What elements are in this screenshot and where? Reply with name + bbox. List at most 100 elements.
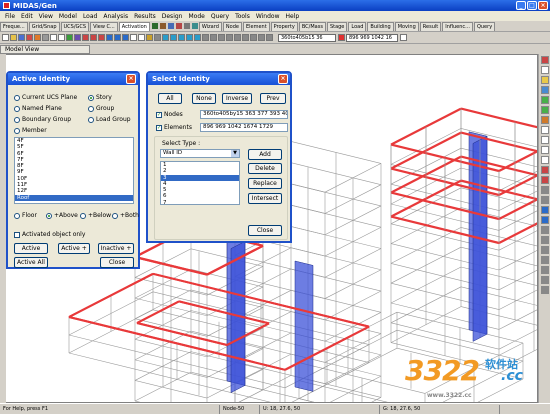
- undo-icon[interactable]: [50, 34, 57, 41]
- zoom-in-icon[interactable]: [540, 166, 549, 174]
- grid-icon[interactable]: [202, 34, 209, 41]
- group-icon[interactable]: [146, 34, 153, 41]
- minimize-button[interactable]: _: [516, 1, 526, 10]
- node-select-field[interactable]: 360to405b15 36: [278, 33, 336, 42]
- menu-analysis[interactable]: Analysis: [100, 13, 131, 20]
- rotate-down-icon[interactable]: [540, 156, 549, 164]
- dropdown-arrow-icon[interactable]: [400, 34, 407, 41]
- pan-icon[interactable]: [183, 23, 190, 29]
- intersect-button[interactable]: Intersect: [248, 193, 282, 204]
- menu-tools[interactable]: Tools: [232, 13, 253, 20]
- elements-checkbox[interactable]: ✓ Elements: [156, 124, 192, 131]
- copy-view-icon[interactable]: [540, 286, 549, 294]
- rotate-up-icon[interactable]: [540, 146, 549, 154]
- label-icon[interactable]: [540, 246, 549, 254]
- tab-load[interactable]: Load: [348, 21, 367, 31]
- chevron-down-icon[interactable]: ▼: [231, 150, 239, 157]
- menu-load[interactable]: Load: [80, 13, 100, 20]
- wireframe-icon[interactable]: [159, 23, 166, 29]
- perspective-icon[interactable]: [242, 34, 249, 41]
- select-plane-icon[interactable]: [98, 34, 105, 41]
- element-select-field[interactable]: 896 969 1042 16: [346, 33, 398, 42]
- menu-query[interactable]: Query: [208, 13, 232, 20]
- select-prev-button[interactable]: Prev: [260, 93, 286, 104]
- view-left-icon[interactable]: [540, 96, 549, 104]
- menu-design[interactable]: Design: [159, 13, 186, 20]
- zoom-icon[interactable]: [175, 23, 182, 29]
- radio-load-group[interactable]: Load Group: [88, 116, 131, 123]
- shrink-view-icon[interactable]: [540, 226, 549, 234]
- replace-button[interactable]: Replace: [248, 178, 282, 189]
- menu-mode[interactable]: Mode: [185, 13, 207, 20]
- redo-icon[interactable]: [58, 34, 65, 41]
- model-view-tab[interactable]: Model View: [0, 45, 90, 54]
- activated-only-checkbox[interactable]: Activated object only: [14, 231, 85, 238]
- nodes-checkbox[interactable]: ✓ Nodes: [156, 111, 183, 118]
- tab-ucs-gcs[interactable]: UCS/GCS: [60, 21, 90, 31]
- tab-wizard[interactable]: Wizard: [198, 21, 222, 31]
- radio-above[interactable]: +Above: [46, 212, 78, 219]
- inactivate-icon[interactable]: [122, 34, 129, 41]
- rotate-right-icon[interactable]: [540, 136, 549, 144]
- analysis-icon[interactable]: [66, 34, 73, 41]
- maximize-button[interactable]: □: [527, 1, 537, 10]
- element-select-icon[interactable]: [338, 34, 345, 41]
- view-front-icon[interactable]: [540, 76, 549, 84]
- radio-both[interactable]: +Both: [112, 212, 139, 219]
- select-polygon-icon[interactable]: [90, 34, 97, 41]
- story-list[interactable]: 4F 5F 6F 7F 8F 9F 10F 11F 12F Roof: [14, 137, 134, 204]
- tab-result[interactable]: Result: [419, 21, 442, 31]
- render-view-icon[interactable]: [162, 34, 169, 41]
- print-icon[interactable]: [42, 34, 49, 41]
- shaded-icon[interactable]: [540, 216, 549, 224]
- side-view-icon[interactable]: [194, 34, 201, 41]
- redraw-icon[interactable]: [266, 34, 273, 41]
- view-back-icon[interactable]: [540, 86, 549, 94]
- hidden-icon[interactable]: [226, 34, 233, 41]
- select-identity-close-icon[interactable]: ×: [278, 74, 288, 84]
- ruler-icon[interactable]: [540, 266, 549, 274]
- render-icon[interactable]: [151, 23, 158, 29]
- view-iso-icon[interactable]: [540, 116, 549, 124]
- delete-button[interactable]: Delete: [248, 163, 282, 174]
- tab-moving[interactable]: Moving: [394, 21, 419, 31]
- fit-view-icon[interactable]: [540, 196, 549, 204]
- select-icon[interactable]: [34, 34, 41, 41]
- tab-node[interactable]: Node: [222, 21, 242, 31]
- radio-group[interactable]: Group: [88, 105, 114, 112]
- display-icon[interactable]: [218, 34, 225, 41]
- radio-story[interactable]: Story: [88, 94, 112, 101]
- hidden-line-icon[interactable]: [540, 206, 549, 214]
- front-view-icon[interactable]: [186, 34, 193, 41]
- tab-property[interactable]: Property: [270, 21, 298, 31]
- radio-below[interactable]: +Below: [80, 212, 111, 219]
- new-file-icon[interactable]: [2, 34, 9, 41]
- node-icon[interactable]: [130, 34, 137, 41]
- rotate-icon[interactable]: [191, 23, 198, 29]
- active-identity-close-icon[interactable]: ×: [126, 74, 136, 84]
- menu-edit[interactable]: Edit: [18, 13, 36, 20]
- save-icon[interactable]: [18, 34, 25, 41]
- dimension-icon[interactable]: [540, 256, 549, 264]
- view-top-icon[interactable]: [540, 56, 549, 64]
- element-icon[interactable]: [138, 34, 145, 41]
- select-identity-close-button[interactable]: Close: [248, 225, 282, 236]
- open-file-icon[interactable]: [10, 34, 17, 41]
- select-type-dropdown[interactable]: Wall ID ▼: [160, 149, 240, 158]
- menu-view[interactable]: View: [36, 13, 56, 20]
- select-inverse-button[interactable]: Inverse: [222, 93, 252, 104]
- radio-member[interactable]: Member: [14, 127, 47, 134]
- tab-influence[interactable]: Influenc...: [442, 21, 473, 31]
- tab-query[interactable]: Query: [473, 21, 496, 31]
- story-item-selected[interactable]: Roof: [15, 194, 133, 201]
- snap-icon[interactable]: [210, 34, 217, 41]
- rotate-left-icon[interactable]: [540, 126, 549, 134]
- zoom-window-icon[interactable]: [258, 34, 265, 41]
- tab-bc-mass[interactable]: BC/Mass: [298, 21, 326, 31]
- type-item[interactable]: 7: [161, 200, 239, 204]
- inactive-plus-button[interactable]: Inactive +: [98, 243, 134, 254]
- shade-icon[interactable]: [167, 23, 174, 29]
- radio-floor[interactable]: Floor: [14, 212, 37, 219]
- active-button[interactable]: Active: [14, 243, 48, 254]
- select-none-button[interactable]: None: [192, 93, 216, 104]
